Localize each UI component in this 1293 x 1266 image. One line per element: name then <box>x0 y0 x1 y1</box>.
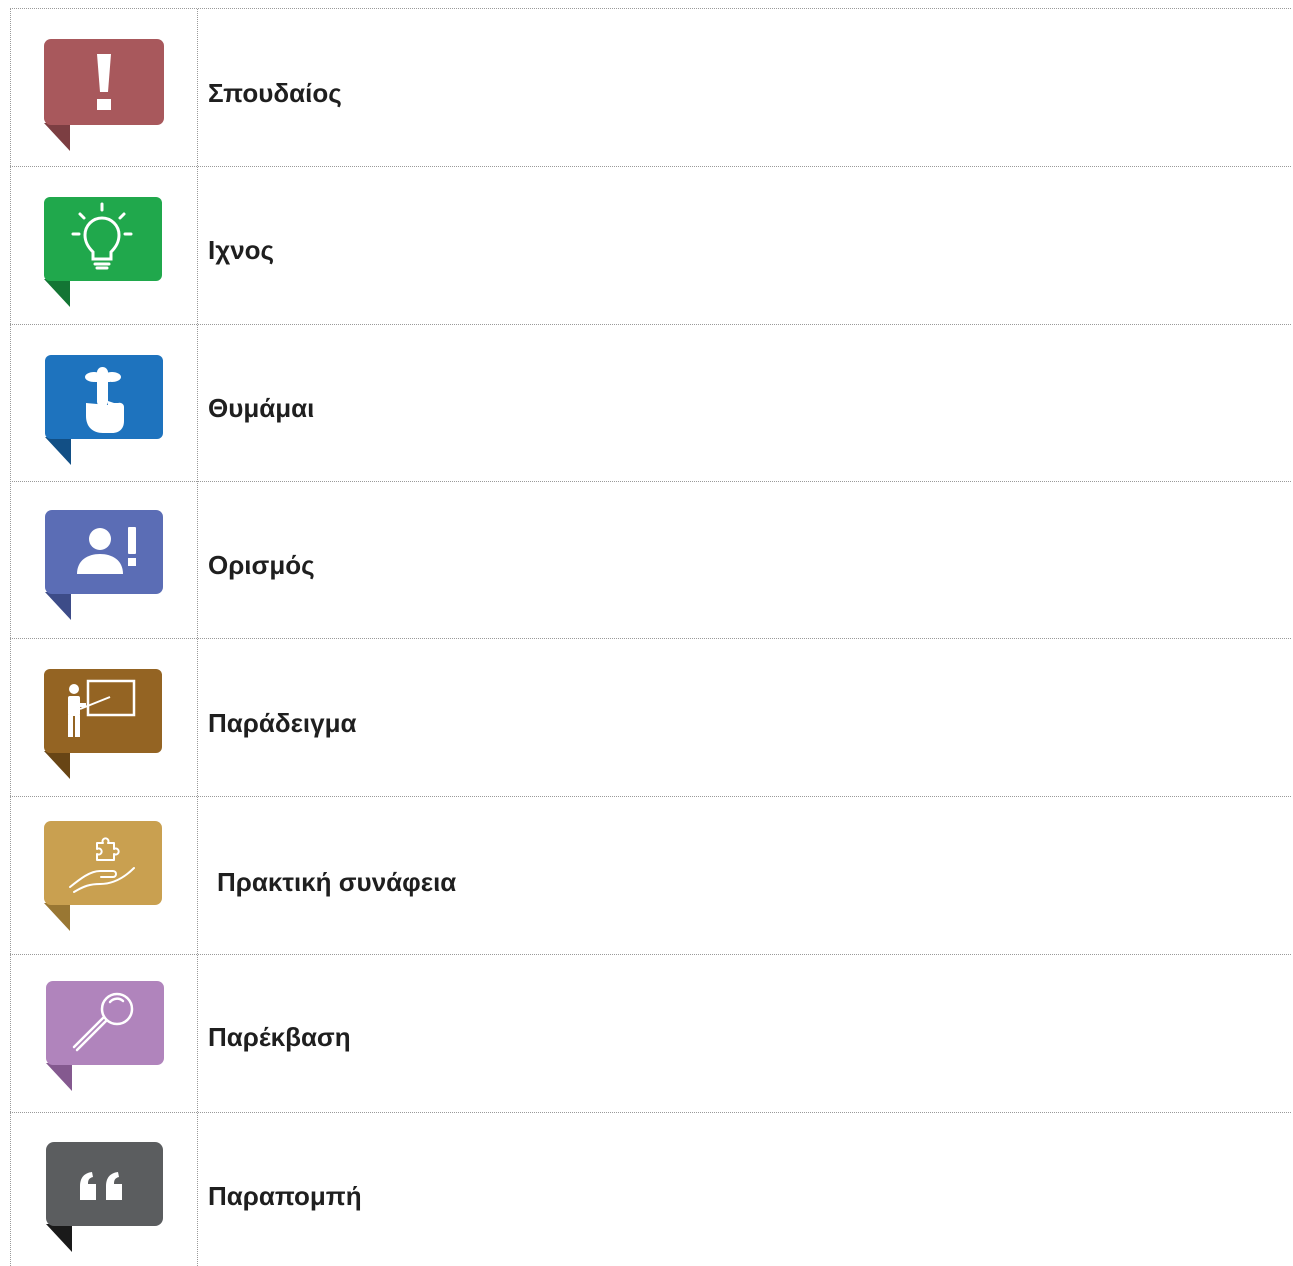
legend-label-practical: Πρακτική συνάφεια <box>217 867 457 897</box>
legend-row-definition: Ορισμός <box>10 481 1291 638</box>
legend-row-practical: Πρακτική συνάφεια <box>10 796 1291 954</box>
lightbulb-icon <box>44 197 162 307</box>
legend-label-definition: Ορισμός <box>208 550 315 580</box>
legend-row-tip: Ιχνος <box>10 166 1291 324</box>
magnifier-icon <box>46 981 164 1091</box>
person-exclamation-icon <box>45 510 163 620</box>
legend-label-example: Παράδειγμα <box>208 708 357 738</box>
teacher-board-icon <box>44 669 162 779</box>
exclamation-icon <box>44 39 164 151</box>
legend-row-example: Παράδειγμα <box>10 638 1291 796</box>
legend-row-reference: Παραπομπή <box>10 1112 1291 1266</box>
legend-row-remember: Θυμάμαι <box>10 324 1291 481</box>
finger-string-icon <box>45 355 163 465</box>
legend-label-important: Σπουδαίος <box>208 78 342 108</box>
legend-label-digression: Παρέκβαση <box>208 1022 351 1052</box>
legend-label-reference: Παραπομπή <box>208 1181 362 1211</box>
legend-label-tip: Ιχνος <box>208 235 275 265</box>
hand-puzzle-icon <box>44 821 162 931</box>
quote-icon <box>46 1142 163 1252</box>
icon-legend: Σπουδαίος Ιχνος Θυμάμαι Ορισμός Παράδειγ… <box>10 0 1291 1266</box>
legend-row-important: Σπουδαίος <box>10 8 1291 166</box>
legend-row-digression: Παρέκβαση <box>10 954 1291 1112</box>
legend-label-remember: Θυμάμαι <box>208 393 315 423</box>
